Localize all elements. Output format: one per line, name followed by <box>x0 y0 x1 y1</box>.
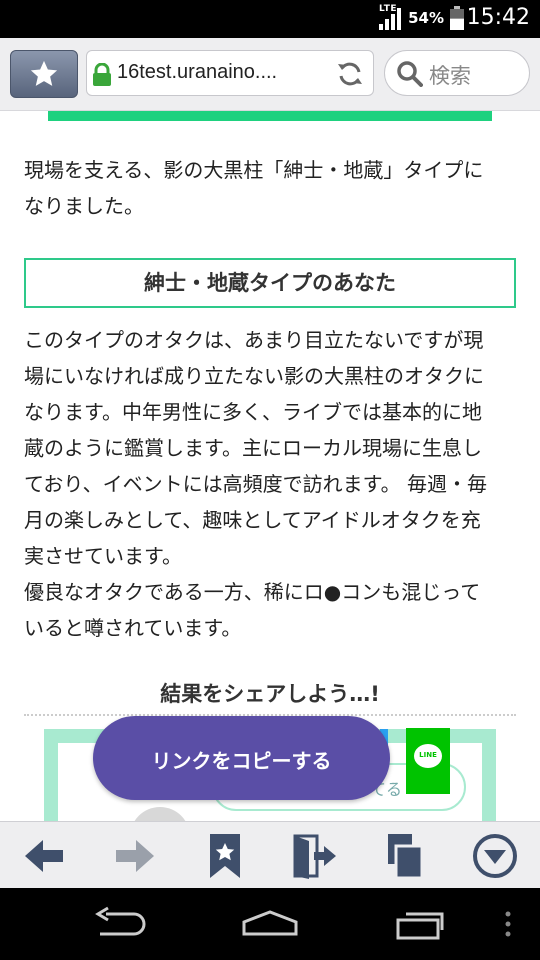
description-line: 月の楽しみとして、趣味としてアイドルオタクを充 <box>24 508 481 532</box>
search-placeholder: 検索 <box>429 64 471 88</box>
forward-arrow-icon <box>116 840 154 872</box>
reload-icon[interactable] <box>335 59 365 89</box>
bookmarks-button[interactable] <box>10 50 78 98</box>
copy-link-button[interactable]: リンクをコピーする <box>93 716 390 800</box>
clock: 15:42 <box>466 5 530 30</box>
search-icon <box>397 61 423 87</box>
search-box[interactable]: 検索 <box>384 50 530 96</box>
battery-percent: 54% <box>408 9 444 27</box>
green-strip <box>48 111 492 121</box>
line-label: LINE <box>419 751 437 759</box>
back-arrow-icon <box>25 840 63 872</box>
description-line: 実させています。 <box>24 544 182 568</box>
bookmark-button[interactable] <box>201 832 249 880</box>
nav-back-icon[interactable] <box>88 906 152 942</box>
menu-button[interactable] <box>471 832 519 880</box>
intro-paragraph: 現場を支える、影の大黒柱「紳士・地蔵」タイプに なりました。 <box>24 152 518 224</box>
forward-button[interactable] <box>110 832 158 880</box>
share-title: 結果をシェアしよう…! <box>160 682 380 706</box>
line-share-button[interactable]: LINE <box>406 728 450 794</box>
copy-link-label: リンクをコピーする <box>151 749 332 773</box>
page-content[interactable]: 現場を支える、影の大黒柱「紳士・地蔵」タイプに なりました。 紳士・地蔵タイプの… <box>0 111 540 821</box>
exit-door-icon <box>293 834 336 879</box>
address-bar[interactable]: 16test.uranaino.... <box>86 50 374 96</box>
intro-line: なりました。 <box>24 194 144 218</box>
description-line: 優良なオタクである一方、稀にロ●コンも混じって <box>24 580 481 604</box>
nav-menu-icon[interactable] <box>498 906 518 942</box>
description-line: なります。中年男性に多く、ライブでは基本的に地 <box>24 400 482 424</box>
battery-icon <box>450 6 464 30</box>
star-icon <box>30 60 58 86</box>
signal-icon <box>379 8 401 30</box>
status-bar: LTE 54% 15:42 <box>0 0 540 38</box>
bookmark-icon <box>210 834 240 878</box>
android-nav-bar <box>0 888 540 960</box>
url-text[interactable]: 16test.uranaino.... <box>117 61 277 84</box>
browser-bottom-bar <box>0 821 540 889</box>
description-line: このタイプのオタクは、あまり目立たないですが現 <box>24 328 484 352</box>
description-line: いると噂されています。 <box>24 616 242 640</box>
description-paragraph: このタイプのオタクは、あまり目立たないですが現 場にいなければ成り立たない影の大… <box>24 322 518 646</box>
description-line: ており、イベントには高頻度で訪れます。 毎週・毎 <box>24 472 487 496</box>
tabs-icon <box>388 834 424 880</box>
description-line: 場にいなければ成り立たない影の大黒柱のオタクに <box>24 364 484 388</box>
tabs-button[interactable] <box>380 832 428 880</box>
menu-down-icon <box>473 834 517 878</box>
description-line: 蔵のように鑑賞します。主にローカル現場に生息し <box>24 436 482 460</box>
browser-toolbar: 16test.uranaino.... 検索 <box>0 38 540 111</box>
lock-icon <box>93 63 111 86</box>
nav-home-icon[interactable] <box>238 906 302 942</box>
exit-button[interactable] <box>290 832 338 880</box>
back-button[interactable] <box>21 832 69 880</box>
result-heading: 紳士・地蔵タイプのあなた <box>24 258 516 308</box>
nav-recents-icon[interactable] <box>392 906 456 942</box>
intro-line: 現場を支える、影の大黒柱「紳士・地蔵」タイプに <box>24 158 484 182</box>
